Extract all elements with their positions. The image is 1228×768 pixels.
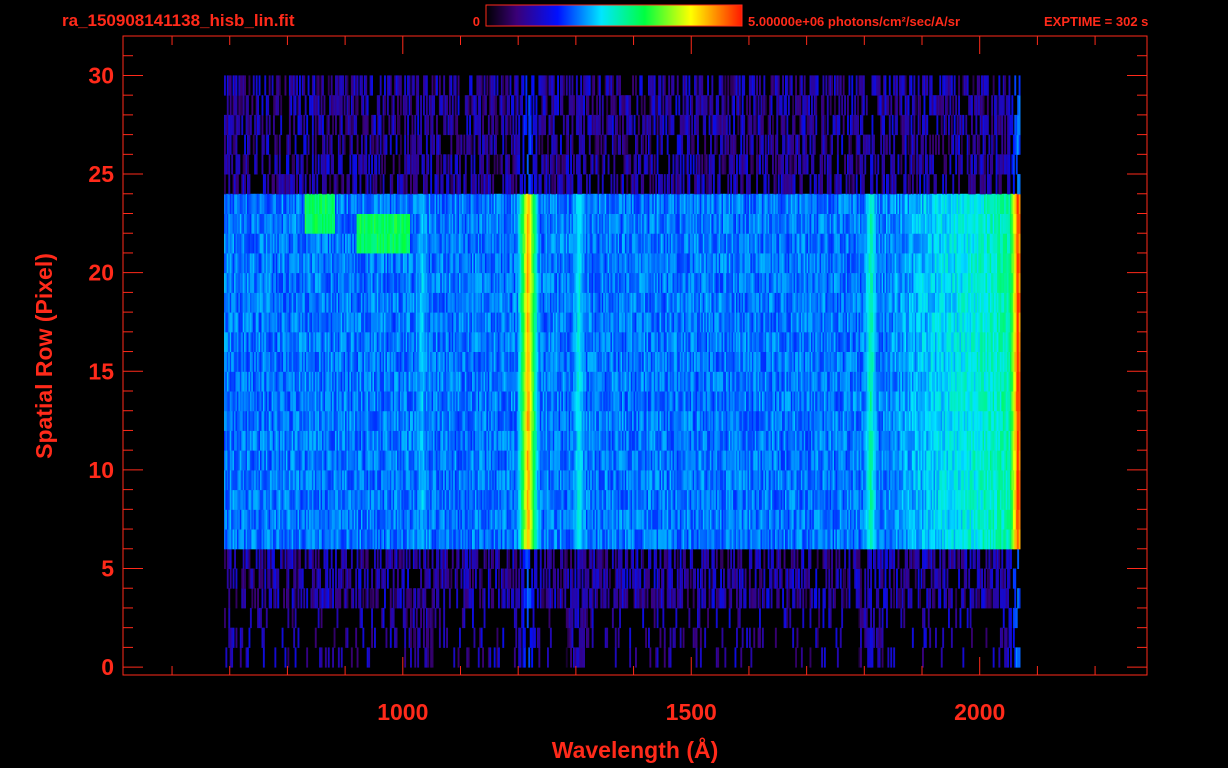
y-tick-label: 10 (88, 457, 114, 483)
y-tick-label: 15 (88, 358, 114, 384)
y-tick-label: 5 (101, 556, 114, 582)
y-tick-label: 20 (88, 260, 114, 286)
x-tick-label: 1000 (377, 699, 428, 725)
y-tick-label: 25 (88, 161, 114, 187)
heatmap-image (224, 75, 1021, 668)
x-axis-label: Wavelength (Å) (552, 736, 719, 763)
spectrum-figure: ra_150908141138_hisb_lin.fit 0 5.00000e+… (31, 4, 1148, 763)
colorbar (485, 4, 743, 27)
colorbar-max-label: 5.00000e+06 photons/cm²/sec/A/sr (748, 14, 960, 29)
chart-title: ra_150908141138_hisb_lin.fit (62, 11, 295, 30)
y-axis-label: Spatial Row (Pixel) (31, 253, 57, 459)
x-tick-label: 2000 (954, 699, 1005, 725)
exposure-time-label: EXPTIME = 302 s (1044, 14, 1148, 29)
y-tick-label: 30 (88, 62, 114, 88)
x-tick-label: 1500 (666, 699, 717, 725)
colorbar-min-label: 0 (473, 14, 480, 29)
y-tick-label: 0 (101, 654, 114, 680)
